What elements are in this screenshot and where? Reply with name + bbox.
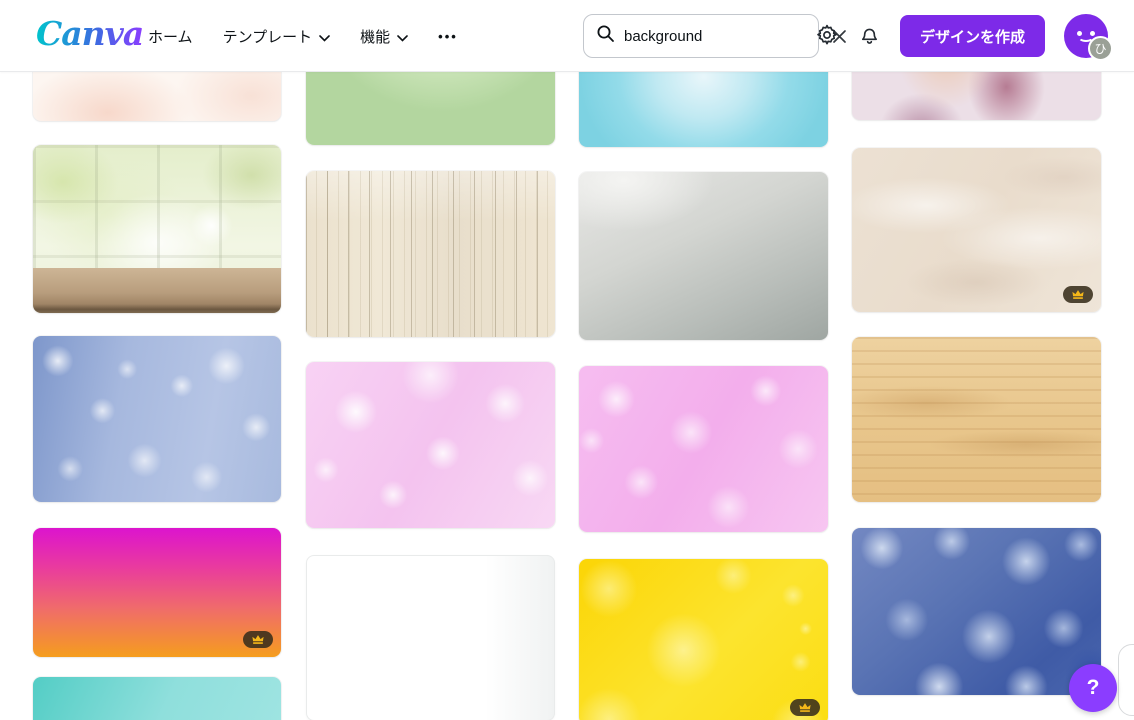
nav-item-home[interactable]: ホーム bbox=[148, 26, 193, 47]
crown-icon bbox=[798, 702, 812, 713]
background-tile-pink-bokeh-soft[interactable] bbox=[306, 362, 555, 528]
background-tile-light-wood[interactable] bbox=[852, 337, 1101, 502]
settings-button[interactable] bbox=[815, 23, 839, 50]
nav-home-label: ホーム bbox=[148, 26, 193, 47]
gear-icon bbox=[815, 23, 839, 50]
chevron-down-icon bbox=[319, 29, 330, 46]
crown-icon bbox=[251, 634, 265, 645]
search-icon bbox=[596, 24, 615, 48]
canva-logo[interactable]: Canva bbox=[36, 14, 143, 53]
main-nav: ホーム テンプレート 機能 ••• bbox=[148, 0, 458, 72]
search-results-grid bbox=[0, 0, 1134, 720]
account-avatar[interactable]: ひ bbox=[1064, 14, 1108, 58]
background-tile-white-wood-planks[interactable] bbox=[306, 171, 555, 337]
background-tile-cream-marble[interactable] bbox=[852, 148, 1101, 312]
premium-crown-badge bbox=[1063, 286, 1093, 303]
background-tile-blue-bokeh-dark[interactable] bbox=[852, 528, 1101, 695]
nav-overflow-menu[interactable]: ••• bbox=[438, 29, 458, 44]
background-tile-yellow-circles[interactable] bbox=[579, 559, 828, 720]
bell-icon bbox=[858, 23, 881, 50]
background-tile-white-subtle[interactable] bbox=[306, 555, 555, 720]
notifications-button[interactable] bbox=[858, 23, 881, 50]
create-design-button[interactable]: デザインを作成 bbox=[900, 15, 1045, 57]
background-tile-silver-gradient[interactable] bbox=[579, 172, 828, 340]
top-navbar: Canva ホーム テンプレート 機能 ••• bbox=[0, 0, 1134, 72]
edge-card-corner bbox=[1118, 644, 1134, 716]
nav-templates-label: テンプレート bbox=[223, 26, 313, 47]
avatar-badge: ひ bbox=[1088, 36, 1113, 61]
premium-crown-badge bbox=[243, 631, 273, 648]
background-tile-magenta-orange[interactable] bbox=[33, 528, 281, 657]
premium-crown-badge bbox=[790, 699, 820, 716]
background-tile-teal-gradient[interactable] bbox=[33, 677, 281, 720]
help-button[interactable]: ? bbox=[1069, 664, 1117, 712]
nav-features-label: 機能 bbox=[360, 26, 390, 47]
crown-icon bbox=[1071, 289, 1085, 300]
search-input[interactable] bbox=[624, 28, 823, 45]
background-tile-window-table[interactable] bbox=[33, 145, 281, 313]
nav-item-templates[interactable]: テンプレート bbox=[223, 26, 331, 47]
search-bar[interactable] bbox=[583, 14, 819, 58]
chevron-down-icon bbox=[397, 29, 408, 46]
nav-item-features[interactable]: 機能 bbox=[360, 26, 408, 47]
header-actions: デザインを作成 ひ bbox=[815, 0, 1108, 72]
background-tile-blue-bokeh-light[interactable] bbox=[33, 336, 281, 502]
background-tile-pink-bokeh[interactable] bbox=[579, 366, 828, 532]
